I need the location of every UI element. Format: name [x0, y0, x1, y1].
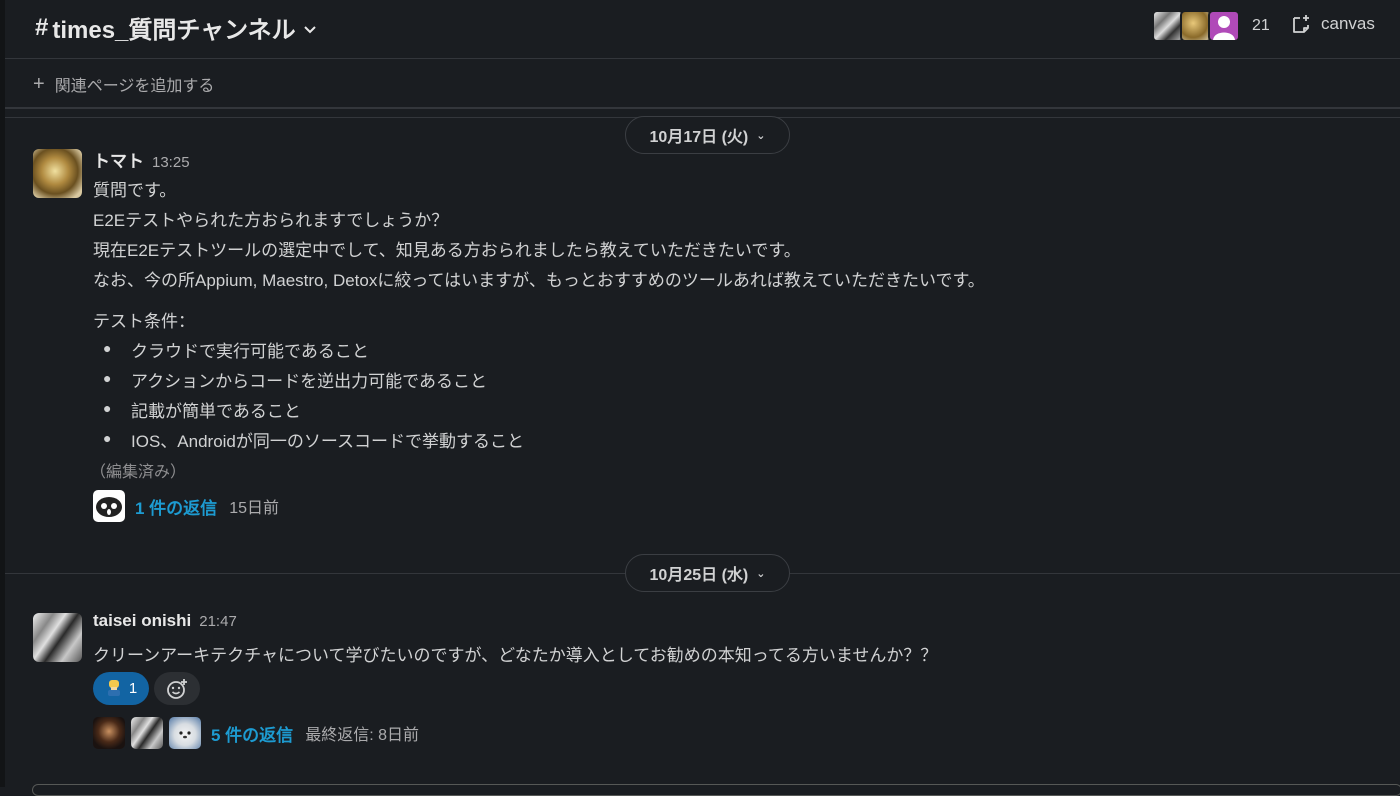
canvas-label: canvas	[1321, 14, 1375, 33]
reply-meta: 15日前	[229, 500, 279, 517]
date-label: 10月17日 (火)	[649, 129, 749, 146]
author-name[interactable]: taisei onishi	[93, 611, 191, 630]
chevron-down-icon: ⌄	[756, 129, 766, 142]
message-text-line: 質問です。	[93, 181, 177, 200]
message-header: トマト 13:25	[93, 147, 190, 172]
member-avatar	[1208, 10, 1240, 42]
date-label: 10月25日 (水)	[649, 567, 749, 584]
channel-hash-icon: #	[35, 13, 49, 41]
add-reaction-button[interactable]	[154, 672, 200, 705]
thread-replies-bar[interactable]: 5 件の返信 最終返信: 8日前	[93, 717, 419, 749]
reply-meta: 最終返信: 8日前	[305, 727, 419, 744]
thread-replies-bar[interactable]: 1 件の返信 15日前	[93, 490, 279, 522]
chevron-down-icon: ⌄	[756, 567, 766, 580]
channel-header: # times_質問チャンネル 21 canvas	[5, 0, 1400, 59]
message-timestamp[interactable]: 21:47	[199, 613, 237, 630]
date-divider-button[interactable]: 10月17日 (火) ⌄	[625, 116, 790, 154]
user-avatar[interactable]	[33, 613, 82, 662]
bullet-icon: ●	[103, 430, 112, 446]
reply-avatar	[93, 490, 125, 522]
date-divider-button[interactable]: 10月25日 (水) ⌄	[625, 554, 790, 592]
left-edge	[0, 0, 5, 787]
bullet-icon: ●	[103, 370, 112, 386]
channel-title-button[interactable]: # times_質問チャンネル	[35, 10, 316, 45]
emoji-reaction-icon	[105, 678, 123, 700]
message-text-line: 現在E2Eテストツールの選定中でして、知見ある方おられましたら教えていただきたい…	[93, 241, 801, 260]
message-header: taisei onishi 21:47	[93, 611, 237, 631]
user-avatar[interactable]	[33, 149, 82, 198]
canvas-button[interactable]: canvas	[1289, 12, 1375, 36]
bullet-icon: ●	[103, 340, 112, 356]
reply-avatar	[169, 717, 201, 749]
reaction-button[interactable]: 1	[93, 672, 149, 705]
channel-name: times_質問チャンネル	[52, 17, 296, 44]
reply-count-link[interactable]: 1 件の返信	[135, 494, 217, 519]
message-text-line: クリーンアーキテクチャについて学びたいのですが、どなたか導入としてお勧めの本知っ…	[93, 646, 938, 665]
list-item: クラウドで実行可能であること	[131, 342, 369, 361]
conditions-title: テスト条件：	[93, 312, 195, 331]
reaction-count: 1	[128, 680, 138, 697]
bookmark-bar: + 関連ページを追加する	[5, 59, 1400, 109]
canvas-icon	[1293, 15, 1309, 33]
message-composer[interactable]	[32, 784, 1400, 796]
bullet-icon: ●	[103, 400, 112, 416]
reply-avatar	[131, 717, 163, 749]
list-item: 記載が簡単であること	[131, 402, 301, 421]
author-name[interactable]: トマト	[93, 152, 144, 171]
reply-count-link[interactable]: 5 件の返信	[211, 721, 293, 746]
add-page-button[interactable]: + 関連ページを追加する	[33, 72, 214, 96]
message-timestamp[interactable]: 13:25	[152, 154, 190, 171]
edited-label: （編集済み）	[90, 464, 187, 481]
chevron-down-icon	[303, 25, 316, 33]
list-item: アクションからコードを逆出力可能であること	[131, 372, 487, 391]
add-page-label: 関連ページを追加する	[54, 78, 215, 95]
message-text-line: E2Eテストやられた方おられますでしょうか？	[93, 211, 449, 230]
reply-avatar	[93, 717, 125, 749]
plus-icon: +	[33, 72, 45, 95]
member-count: 21	[1252, 17, 1270, 34]
members-button[interactable]: 21	[1152, 10, 1270, 42]
message-text-line: なお、今の所Appium, Maestro, Detoxに絞ってはいますが、もっ…	[93, 271, 985, 290]
add-emoji-icon	[167, 678, 187, 699]
list-item: IOS、Androidが同一のソースコードで挙動すること	[131, 432, 525, 451]
